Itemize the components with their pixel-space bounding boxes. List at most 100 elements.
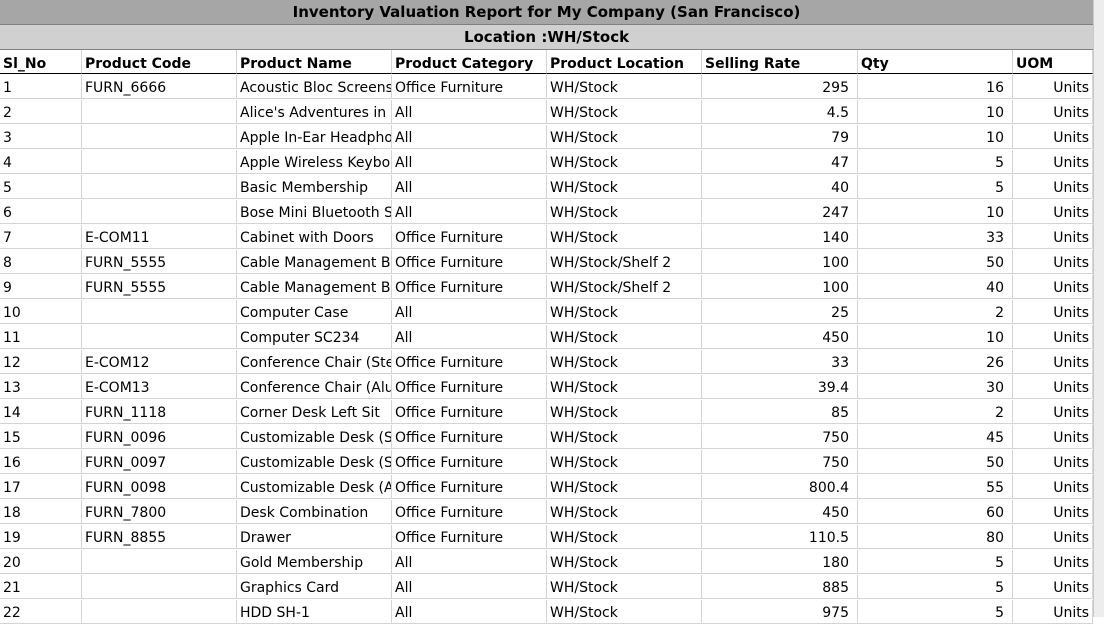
cell-qty[interactable]: 80	[858, 525, 1013, 549]
cell-product-location[interactable]: WH/Stock/Shelf 2	[547, 250, 702, 274]
column-header-product-location[interactable]: Product Location	[547, 50, 702, 74]
cell-product-location[interactable]: WH/Stock	[547, 175, 702, 199]
cell-product-category[interactable]: Office Furniture	[392, 75, 547, 99]
cell-sl-no[interactable]: 9	[0, 275, 82, 299]
cell-sl-no[interactable]: 16	[0, 450, 82, 474]
cell-product-code[interactable]: E-COM13	[82, 375, 237, 399]
cell-product-code[interactable]	[82, 575, 237, 599]
cell-product-name[interactable]: Acoustic Bloc Screens	[237, 75, 392, 99]
cell-product-code[interactable]: FURN_6666	[82, 75, 237, 99]
cell-product-code[interactable]: E-COM11	[82, 225, 237, 249]
cell-selling-rate[interactable]: 247	[702, 200, 858, 224]
cell-product-category[interactable]: All	[392, 125, 547, 149]
cell-product-name[interactable]: Desk Combination	[237, 500, 392, 524]
cell-product-code[interactable]: FURN_5555	[82, 275, 237, 299]
cell-sl-no[interactable]: 2	[0, 100, 82, 124]
cell-product-code[interactable]	[82, 200, 237, 224]
cell-uom[interactable]: Units	[1013, 175, 1093, 199]
cell-qty[interactable]: 10	[858, 200, 1013, 224]
cell-product-category[interactable]: All	[392, 325, 547, 349]
cell-product-category[interactable]: All	[392, 175, 547, 199]
cell-selling-rate[interactable]: 47	[702, 150, 858, 174]
cell-selling-rate[interactable]: 450	[702, 500, 858, 524]
cell-product-name[interactable]: Computer SC234	[237, 325, 392, 349]
cell-product-location[interactable]: WH/Stock	[547, 475, 702, 499]
cell-sl-no[interactable]: 7	[0, 225, 82, 249]
cell-selling-rate[interactable]: 295	[702, 75, 858, 99]
cell-qty[interactable]: 5	[858, 175, 1013, 199]
cell-product-category[interactable]: Office Furniture	[392, 525, 547, 549]
cell-sl-no[interactable]: 10	[0, 300, 82, 324]
cell-sl-no[interactable]: 8	[0, 250, 82, 274]
cell-selling-rate[interactable]: 110.5	[702, 525, 858, 549]
cell-selling-rate[interactable]: 800.4	[702, 475, 858, 499]
column-header-product-name[interactable]: Product Name	[237, 50, 392, 74]
cell-product-category[interactable]: Office Furniture	[392, 375, 547, 399]
cell-uom[interactable]: Units	[1013, 225, 1093, 249]
cell-uom[interactable]: Units	[1013, 125, 1093, 149]
cell-uom[interactable]: Units	[1013, 325, 1093, 349]
cell-qty[interactable]: 40	[858, 275, 1013, 299]
cell-sl-no[interactable]: 11	[0, 325, 82, 349]
cell-selling-rate[interactable]: 750	[702, 425, 858, 449]
cell-selling-rate[interactable]: 40	[702, 175, 858, 199]
cell-sl-no[interactable]: 3	[0, 125, 82, 149]
cell-product-name[interactable]: Customizable Desk (Steel)	[237, 425, 392, 449]
cell-product-location[interactable]: WH/Stock	[547, 125, 702, 149]
cell-product-name[interactable]: Customizable Desk (Aluminium)	[237, 475, 392, 499]
cell-product-category[interactable]: All	[392, 100, 547, 124]
cell-qty[interactable]: 33	[858, 225, 1013, 249]
cell-sl-no[interactable]: 13	[0, 375, 82, 399]
cell-uom[interactable]: Units	[1013, 425, 1093, 449]
cell-product-location[interactable]: WH/Stock	[547, 425, 702, 449]
cell-qty[interactable]: 10	[858, 100, 1013, 124]
cell-product-category[interactable]: Office Furniture	[392, 450, 547, 474]
cell-product-location[interactable]: WH/Stock	[547, 200, 702, 224]
cell-sl-no[interactable]: 22	[0, 600, 82, 624]
cell-selling-rate[interactable]: 100	[702, 275, 858, 299]
cell-sl-no[interactable]: 12	[0, 350, 82, 374]
cell-qty[interactable]: 5	[858, 550, 1013, 574]
cell-product-name[interactable]: Apple Wireless Keyboard	[237, 150, 392, 174]
cell-product-location[interactable]: WH/Stock	[547, 100, 702, 124]
cell-uom[interactable]: Units	[1013, 350, 1093, 374]
cell-product-name[interactable]: Customizable Desk (Steel)	[237, 450, 392, 474]
cell-product-name[interactable]: Bose Mini Bluetooth Sp	[237, 200, 392, 224]
cell-uom[interactable]: Units	[1013, 550, 1093, 574]
cell-product-code[interactable]: E-COM12	[82, 350, 237, 374]
cell-product-category[interactable]: All	[392, 200, 547, 224]
cell-product-category[interactable]: Office Furniture	[392, 500, 547, 524]
cell-product-location[interactable]: WH/Stock	[547, 350, 702, 374]
cell-product-code[interactable]: FURN_7800	[82, 500, 237, 524]
cell-uom[interactable]: Units	[1013, 200, 1093, 224]
cell-uom[interactable]: Units	[1013, 300, 1093, 324]
cell-sl-no[interactable]: 6	[0, 200, 82, 224]
cell-selling-rate[interactable]: 4.5	[702, 100, 858, 124]
cell-uom[interactable]: Units	[1013, 525, 1093, 549]
cell-product-location[interactable]: WH/Stock	[547, 375, 702, 399]
column-header-product-code[interactable]: Product Code	[82, 50, 237, 74]
cell-sl-no[interactable]: 21	[0, 575, 82, 599]
column-header-uom[interactable]: UOM	[1013, 50, 1093, 74]
cell-sl-no[interactable]: 19	[0, 525, 82, 549]
cell-product-name[interactable]: Corner Desk Left Sit	[237, 400, 392, 424]
cell-uom[interactable]: Units	[1013, 475, 1093, 499]
cell-qty[interactable]: 5	[858, 600, 1013, 624]
cell-selling-rate[interactable]: 450	[702, 325, 858, 349]
cell-qty[interactable]: 30	[858, 375, 1013, 399]
column-header-product-category[interactable]: Product Category	[392, 50, 547, 74]
cell-sl-no[interactable]: 1	[0, 75, 82, 99]
cell-product-location[interactable]: WH/Stock	[547, 525, 702, 549]
cell-product-category[interactable]: All	[392, 300, 547, 324]
cell-product-location[interactable]: WH/Stock	[547, 450, 702, 474]
cell-selling-rate[interactable]: 885	[702, 575, 858, 599]
cell-sl-no[interactable]: 5	[0, 175, 82, 199]
cell-qty[interactable]: 5	[858, 575, 1013, 599]
cell-product-code[interactable]: FURN_0096	[82, 425, 237, 449]
cell-product-location[interactable]: WH/Stock/Shelf 2	[547, 275, 702, 299]
cell-product-location[interactable]: WH/Stock	[547, 75, 702, 99]
column-header-selling-rate[interactable]: Selling Rate	[702, 50, 858, 74]
cell-uom[interactable]: Units	[1013, 150, 1093, 174]
cell-selling-rate[interactable]: 85	[702, 400, 858, 424]
cell-selling-rate[interactable]: 975	[702, 600, 858, 624]
